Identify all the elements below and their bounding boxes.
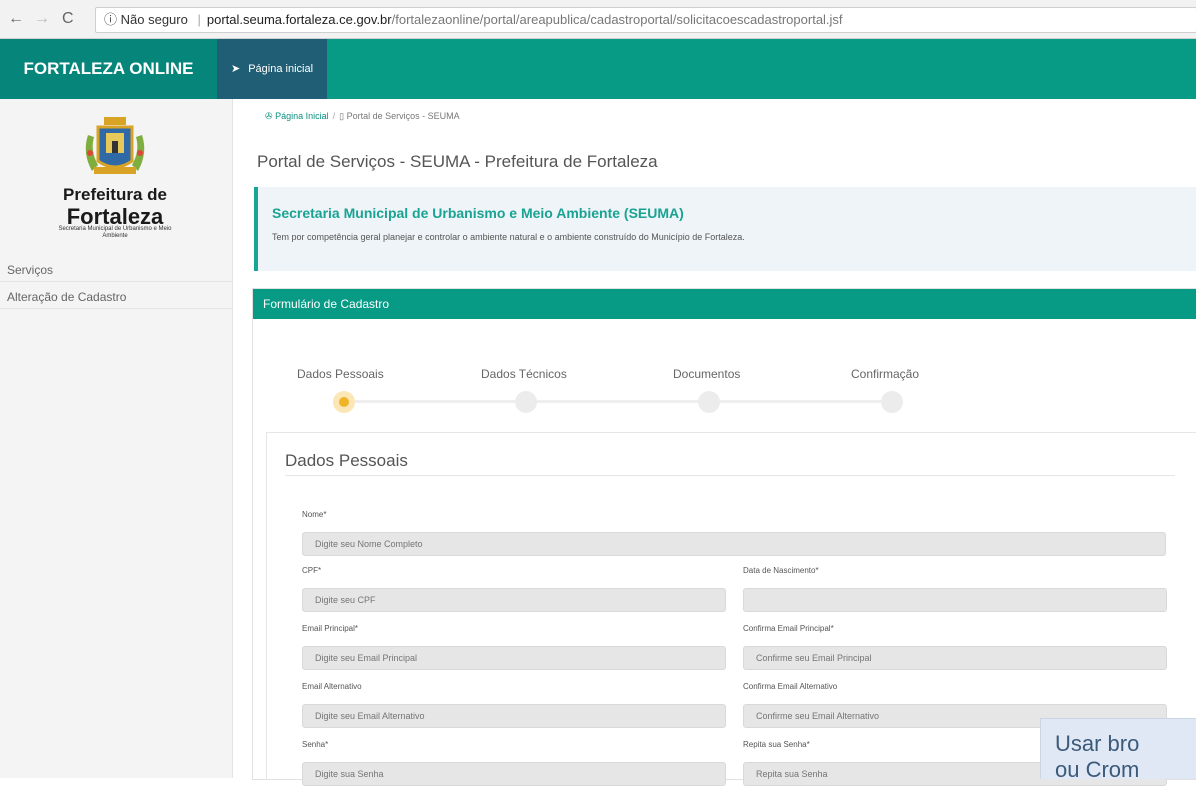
forward-arrow-icon[interactable]: → bbox=[34, 10, 50, 28]
label-nome: Nome* bbox=[302, 510, 327, 519]
email-confirm-input[interactable] bbox=[743, 646, 1167, 670]
breadcrumb: ✇ Página Inicial / ▯ Portal de Serviços - … bbox=[265, 111, 460, 122]
top-navbar: FORTALEZA ONLINE ➤ Página inicial bbox=[0, 39, 1196, 99]
annotation-text: Usar bro ou Crom bbox=[1055, 731, 1140, 779]
breadcrumb-current: Portal de Serviços - SEUMA bbox=[346, 111, 460, 121]
brand-title[interactable]: FORTALEZA ONLINE bbox=[0, 39, 217, 99]
email-alt-input[interactable] bbox=[302, 704, 726, 728]
sidebar: Prefeitura de Fortaleza Secretaria Munic… bbox=[0, 99, 233, 778]
label-senha-confirm: Repita sua Senha* bbox=[743, 740, 810, 749]
step-dot-1[interactable] bbox=[333, 391, 355, 413]
callout-text: Tem por competência geral planejar e con… bbox=[272, 232, 745, 242]
label-data-nascimento: Data de Nascimento* bbox=[743, 566, 819, 575]
data-nascimento-input[interactable] bbox=[743, 588, 1167, 612]
label-email: Email Principal* bbox=[302, 624, 359, 633]
sitemap-icon: ✇ bbox=[265, 111, 273, 121]
prefeitura-logo: Prefeitura de Fortaleza Secretaria Munic… bbox=[50, 113, 180, 253]
label-cpf: CPF* bbox=[302, 566, 322, 575]
tab-home[interactable]: ➤ Página inicial bbox=[217, 39, 328, 99]
callout-title: Secretaria Municipal de Urbanismo e Meio… bbox=[272, 205, 684, 221]
section-divider bbox=[285, 475, 1175, 476]
cpf-input[interactable] bbox=[302, 588, 726, 612]
step-dot-4[interactable] bbox=[881, 391, 903, 413]
location-arrow-icon: ➤ bbox=[231, 63, 241, 75]
breadcrumb-separator: / bbox=[332, 111, 336, 121]
step-dados-pessoais[interactable]: Dados Pessoais bbox=[297, 367, 384, 381]
back-arrow-icon[interactable]: ← bbox=[8, 10, 24, 28]
browser-toolbar: ← → C ⓘ Não seguro | portal.seuma.fortale… bbox=[0, 0, 1196, 39]
tab-home-label: Página inicial bbox=[248, 63, 314, 75]
file-icon: ▯ bbox=[339, 111, 345, 121]
sidebar-menu: Serviços Alteração de Cadastro bbox=[0, 259, 232, 313]
step-confirmacao[interactable]: Confirmação bbox=[851, 367, 919, 381]
wizard-track bbox=[343, 400, 903, 403]
logo-text-prefeitura: Prefeitura de bbox=[63, 185, 167, 204]
sidebar-item-alteracao-cadastro[interactable]: Alteração de Cadastro bbox=[0, 286, 232, 309]
sidebar-item-servicos[interactable]: Serviços bbox=[0, 259, 232, 282]
city-crest-icon bbox=[85, 117, 145, 174]
info-callout: Secretaria Municipal de Urbanismo e Meio… bbox=[254, 187, 1196, 271]
step-dados-tecnicos[interactable]: Dados Técnicos bbox=[481, 367, 567, 381]
label-email-alt-confirm: Confirma Email Alternativo bbox=[743, 682, 838, 691]
step-documentos[interactable]: Documentos bbox=[673, 367, 740, 381]
address-bar[interactable]: ⓘ Não seguro | portal.seuma.fortaleza.ce.… bbox=[95, 7, 1196, 33]
panel-title: Formulário de Cadastro bbox=[253, 289, 1196, 319]
url-separator: | bbox=[197, 12, 201, 27]
reload-icon[interactable]: C bbox=[62, 10, 74, 28]
wizard-steps: Dados Pessoais Dados Técnicos Documentos… bbox=[253, 319, 1196, 415]
email-input[interactable] bbox=[302, 646, 726, 670]
step-dot-2[interactable] bbox=[515, 391, 537, 413]
form-panel: Formulário de Cadastro Dados Pessoais Da… bbox=[252, 288, 1196, 786]
logo-text-secretaria: Secretaria Municipal de Urbanismo e Meio… bbox=[58, 226, 172, 239]
label-email-confirm: Confirma Email Principal* bbox=[743, 624, 834, 633]
page-title: Portal de Serviços - SEUMA - Prefeitura … bbox=[257, 152, 658, 171]
breadcrumb-home[interactable]: ✇ Página Inicial bbox=[265, 111, 329, 121]
breadcrumb-home-label: Página Inicial bbox=[275, 111, 329, 121]
info-icon[interactable]: ⓘ bbox=[96, 12, 117, 27]
senha-input[interactable] bbox=[302, 762, 726, 786]
annotation-note: Usar bro ou Crom bbox=[1040, 718, 1196, 779]
security-label[interactable]: Não seguro bbox=[121, 12, 188, 27]
label-senha: Senha* bbox=[302, 740, 329, 749]
nome-input[interactable] bbox=[302, 532, 1166, 556]
step-dot-3[interactable] bbox=[698, 391, 720, 413]
section-title: Dados Pessoais bbox=[285, 451, 408, 470]
url-path: /fortalezaonline/portal/areapublica/cada… bbox=[391, 12, 843, 27]
label-email-alt: Email Alternativo bbox=[302, 682, 362, 691]
url-host: portal.seuma.fortaleza.ce.gov.br bbox=[206, 12, 392, 27]
